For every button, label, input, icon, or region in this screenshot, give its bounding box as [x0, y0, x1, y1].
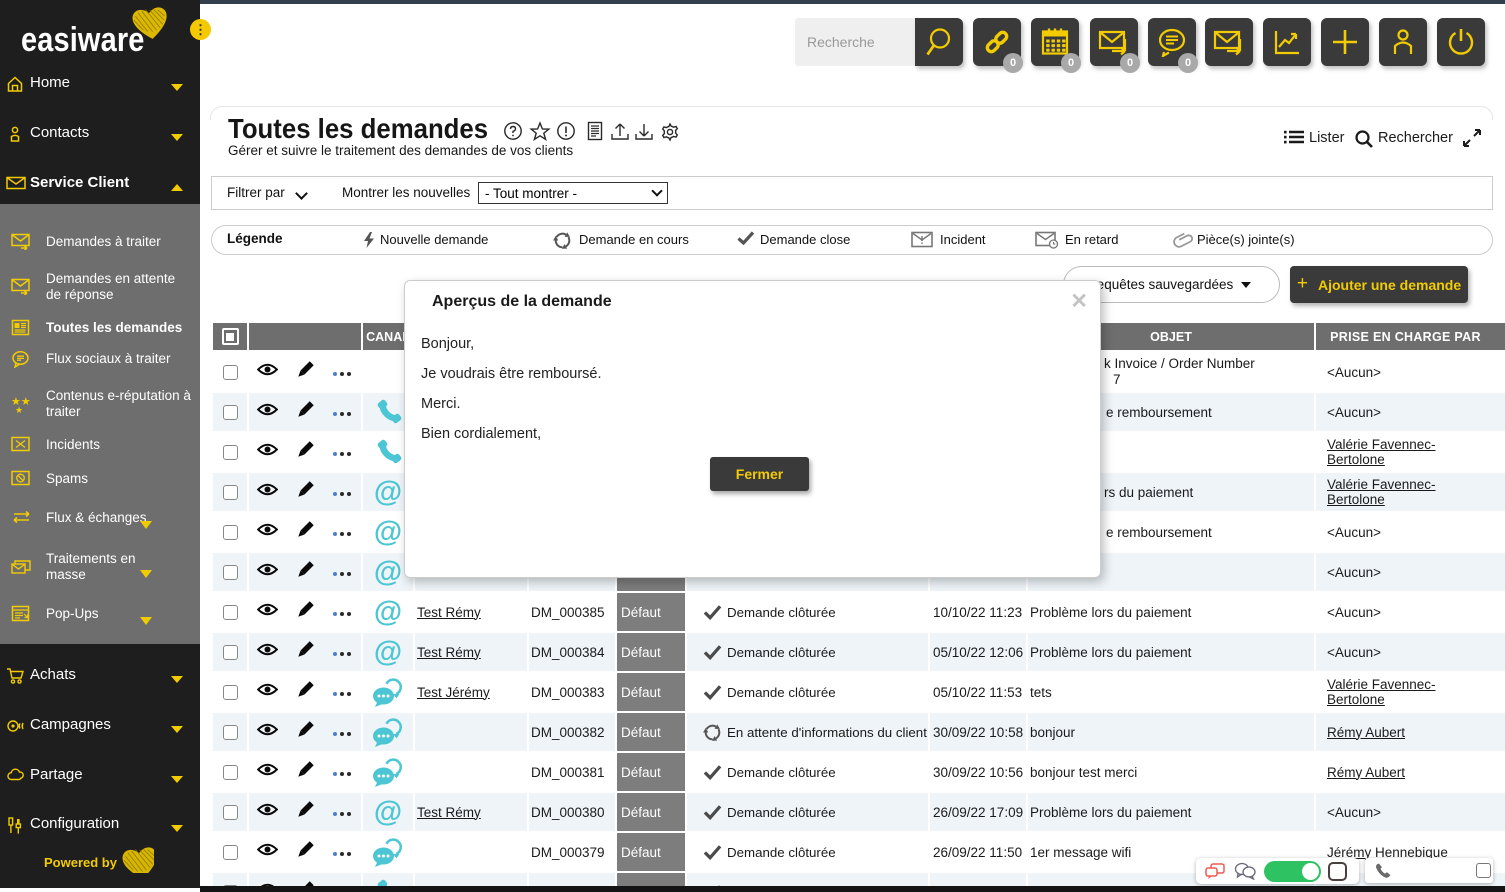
svg-text:★: ★: [15, 405, 23, 413]
